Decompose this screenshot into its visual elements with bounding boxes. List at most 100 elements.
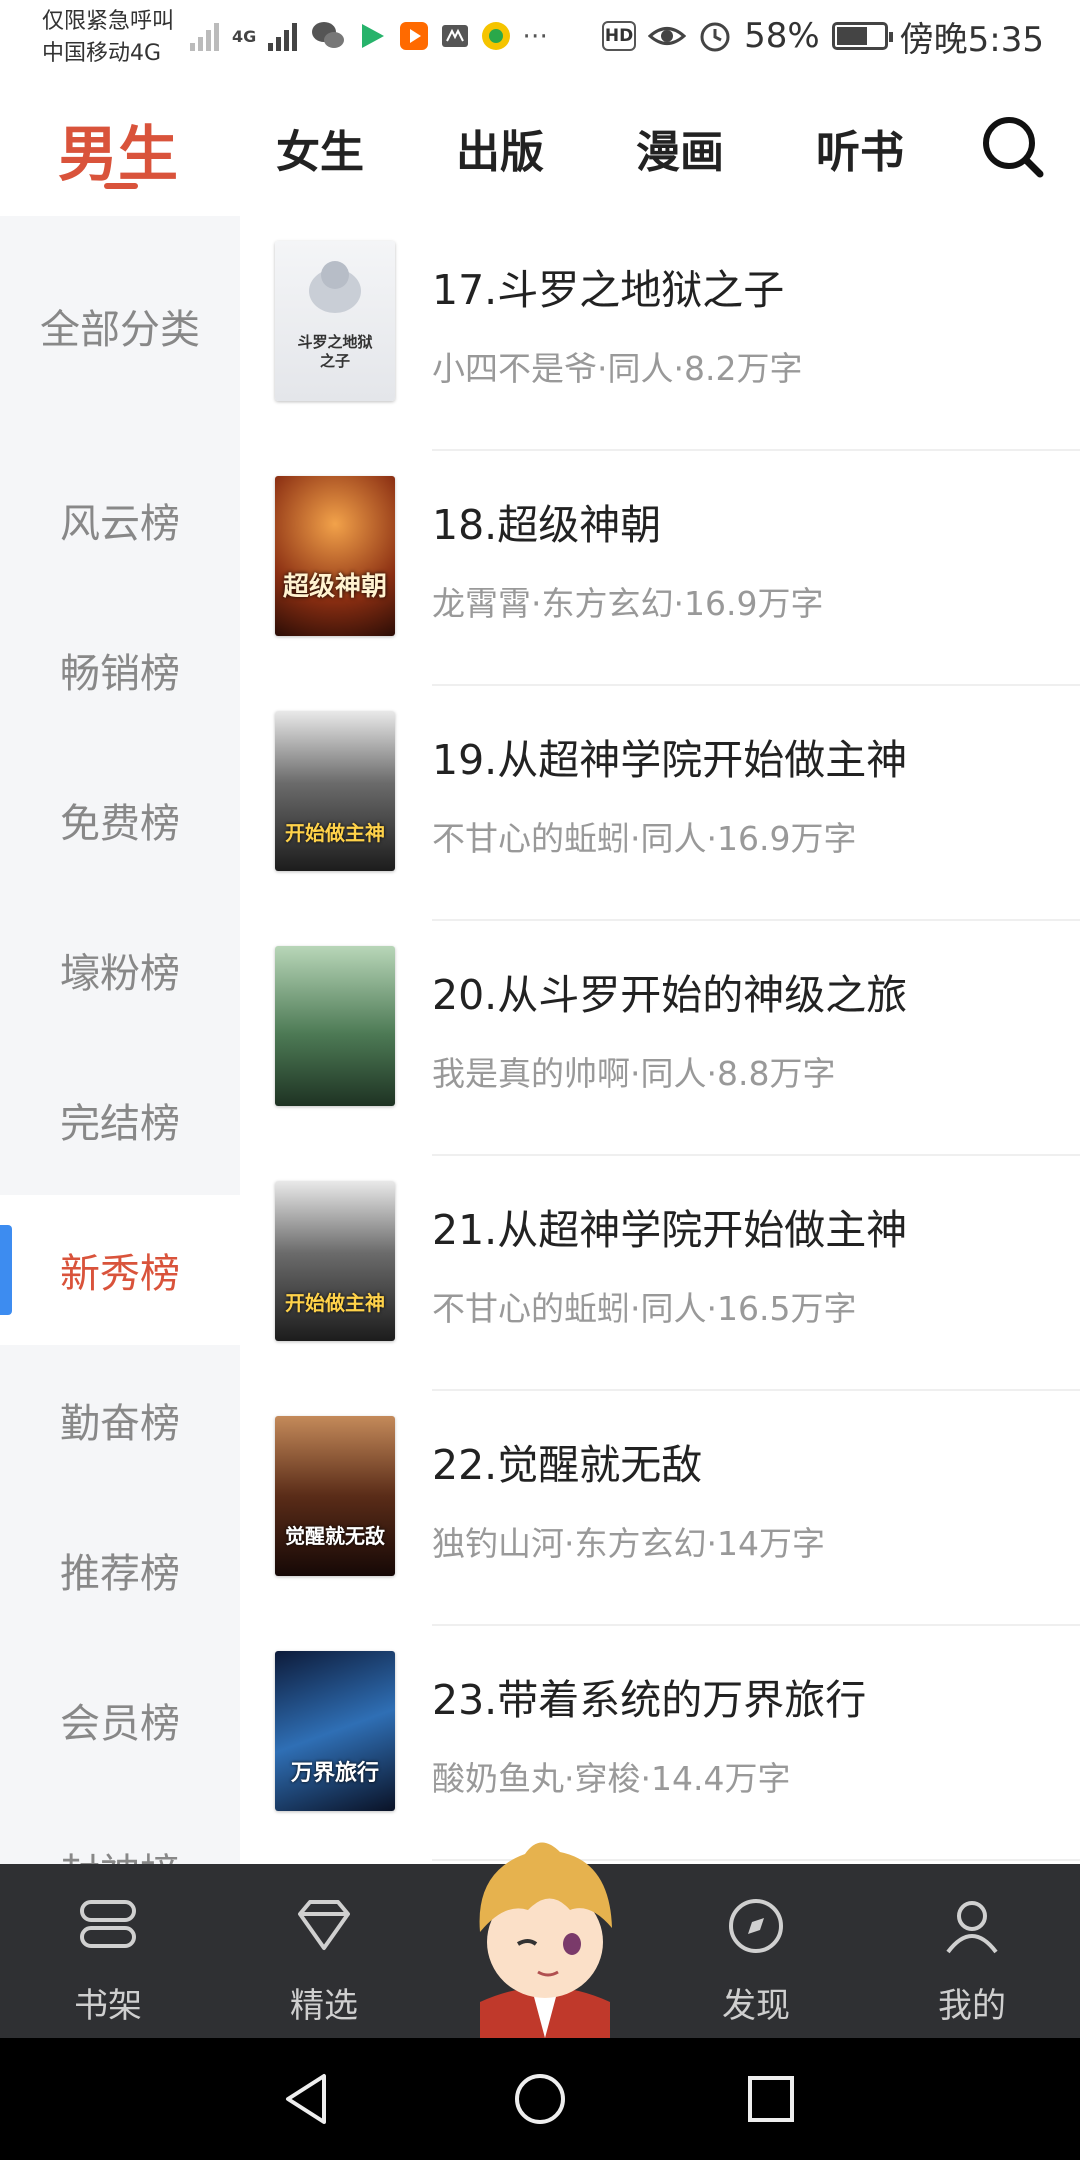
tab-discover[interactable]: 发现 <box>676 1864 836 2038</box>
search-icon[interactable] <box>980 114 1046 180</box>
tab-male[interactable]: 男生 <box>58 106 178 193</box>
sidebar-item-label: 封神榜 <box>60 1841 180 1864</box>
huawei-app-icon <box>442 25 469 47</box>
book-row[interactable]: 超级神朝 18.超级神朝 龙霄霄·东方玄幻·16.9万字 <box>240 451 1080 686</box>
book-title: 18.超级神朝 <box>432 501 662 549</box>
book-title: 21.从超神学院开始做主神 <box>432 1206 908 1254</box>
back-icon[interactable] <box>276 2066 342 2132</box>
wechat-icon <box>312 22 345 48</box>
book-cover: 觉醒就无敌 <box>275 1416 395 1576</box>
carrier-line-2: 中国移动4G <box>42 41 162 66</box>
eye-comfort-icon <box>648 27 687 45</box>
sidebar-item-free[interactable]: 免费榜 <box>0 745 240 895</box>
book-title: 20.从斗罗开始的神级之旅 <box>432 971 908 1019</box>
tab-profile[interactable]: 我的 <box>892 1864 1052 2038</box>
tab-label: 精选 <box>290 1986 358 2026</box>
book-title: 17.斗罗之地狱之子 <box>432 266 785 314</box>
sidebar-item-completed[interactable]: 完结榜 <box>0 1045 240 1195</box>
tab-label: 发现 <box>722 1986 790 2026</box>
book-title: 23.带着系统的万界旅行 <box>432 1676 867 1724</box>
sidebar-item-bestseller[interactable]: 畅销榜 <box>0 595 240 745</box>
category-tabs: 男生 女生 出版 漫画 听书 <box>0 76 1080 216</box>
music-app-icon <box>482 22 511 50</box>
cover-title: 斗罗之地狱之子 <box>297 333 373 370</box>
bookshelf-icon <box>80 1900 136 1948</box>
book-meta: 我是真的帅啊·同人·8.8万字 <box>432 1054 836 1093</box>
tab-featured[interactable]: 精选 <box>244 1864 404 2038</box>
book-meta: 龙霄霄·东方玄幻·16.9万字 <box>432 584 824 623</box>
sidebar-item-all-categories[interactable]: 全部分类 <box>0 246 240 406</box>
network-type-label: 4G <box>232 26 257 46</box>
battery-icon <box>831 22 893 50</box>
book-meta: 独钓山河·东方玄幻·14万字 <box>432 1524 825 1563</box>
sidebar-item-diligent[interactable]: 勤奋榜 <box>0 1345 240 1495</box>
active-indicator <box>0 1225 12 1315</box>
clock: 傍晚5:35 <box>899 19 1044 60</box>
sidebar-item-members[interactable]: 会员榜 <box>0 1645 240 1795</box>
tab-female[interactable]: 女生 <box>276 116 364 180</box>
sidebar-item-label: 勤奋榜 <box>60 1401 180 1447</box>
book-cover: 万界旅行 <box>275 1651 395 1811</box>
system-navigation-bar <box>0 2038 1080 2160</box>
book-row[interactable]: 开始做主神 19.从超神学院开始做主神 不甘心的蚯蚓·同人·16.9万字 <box>240 686 1080 921</box>
play-app-icon <box>400 22 429 50</box>
alarm-icon <box>700 22 730 52</box>
mascot-avatar[interactable] <box>440 1832 650 2038</box>
book-cover <box>275 946 395 1106</box>
hd-icon: HD <box>602 21 637 51</box>
carrier-line-1: 仅限紧急呼叫 <box>42 9 175 34</box>
tab-label: 我的 <box>938 1986 1006 2026</box>
book-cover: 开始做主神 <box>275 1181 395 1341</box>
tab-comics[interactable]: 漫画 <box>636 116 724 180</box>
cover-title: 开始做主神 <box>285 1291 385 1315</box>
sidebar-item-fengyun[interactable]: 风云榜 <box>0 445 240 595</box>
sidebar-item-fengshen[interactable]: 封神榜 <box>0 1795 240 1864</box>
book-cover: 超级神朝 <box>275 476 395 636</box>
book-title: 19.从超神学院开始做主神 <box>432 736 908 784</box>
sidebar-item-label: 新秀榜 <box>60 1251 180 1297</box>
cover-title: 万界旅行 <box>290 1760 379 1786</box>
ranking-sidebar: 全部分类 风云榜 畅销榜 免费榜 壕粉榜 完结榜 新秀榜 勤奋榜 推荐榜 会员榜… <box>0 216 240 1864</box>
cover-title: 觉醒就无敌 <box>285 1524 385 1548</box>
tab-bookshelf[interactable]: 书架 <box>28 1864 188 2038</box>
sidebar-item-label: 畅销榜 <box>60 651 180 697</box>
book-row[interactable]: 觉醒就无敌 22.觉醒就无敌 独钓山河·东方玄幻·14万字 <box>240 1391 1080 1626</box>
book-title: 22.觉醒就无敌 <box>432 1441 703 1489</box>
tab-audiobooks[interactable]: 听书 <box>816 116 904 180</box>
no-signal-icon <box>190 23 219 51</box>
book-row[interactable]: 20.从斗罗开始的神级之旅 我是真的帅啊·同人·8.8万字 <box>240 921 1080 1156</box>
book-meta: 不甘心的蚯蚓·同人·16.9万字 <box>432 819 857 858</box>
status-right: HD 58% 傍晚5:35 <box>602 10 1044 62</box>
sidebar-item-label: 完结榜 <box>60 1101 180 1147</box>
book-meta: 小四不是爷·同人·8.2万字 <box>432 349 803 388</box>
status-bar: 仅限紧急呼叫 中国移动4G 4G ⋯ HD 58% 傍晚5:35 <box>0 0 1080 76</box>
book-cover: 开始做主神 <box>275 711 395 871</box>
cover-title: 超级神朝 <box>282 572 387 602</box>
notification-icons: 4G ⋯ <box>188 14 548 58</box>
sidebar-item-label: 壕粉榜 <box>60 951 180 997</box>
compass-icon <box>729 1899 783 1953</box>
recent-apps-icon[interactable] <box>738 2066 804 2132</box>
carrier-info: 仅限紧急呼叫 中国移动4G <box>42 6 174 70</box>
active-tab-underline <box>104 183 138 189</box>
cover-title: 开始做主神 <box>285 821 385 845</box>
sidebar-item-newcomer[interactable]: 新秀榜 <box>0 1195 240 1345</box>
sidebar-item-label: 推荐榜 <box>60 1551 180 1597</box>
book-row[interactable]: 万界旅行 23.带着系统的万界旅行 酸奶鱼丸·穿梭·14.4万字 <box>240 1626 1080 1861</box>
book-meta: 酸奶鱼丸·穿梭·14.4万字 <box>432 1759 791 1798</box>
sidebar-item-fans[interactable]: 壕粉榜 <box>0 895 240 1045</box>
sidebar-item-label: 会员榜 <box>60 1701 180 1747</box>
sidebar-item-label: 风云榜 <box>60 501 180 547</box>
cat-illustration-icon <box>309 261 361 313</box>
battery-percent: 58% <box>744 16 820 56</box>
sidebar-item-recommended[interactable]: 推荐榜 <box>0 1495 240 1645</box>
tab-publish[interactable]: 出版 <box>456 116 544 180</box>
person-icon <box>946 1901 998 1954</box>
video-app-icon <box>362 24 385 48</box>
book-list: 斗罗之地狱之子 17.斗罗之地狱之子 小四不是爷·同人·8.2万字 超级神朝 1… <box>240 216 1080 1864</box>
more-notifications-icon: ⋯ <box>522 21 549 51</box>
home-icon[interactable] <box>507 2066 573 2132</box>
signal-icon <box>268 23 298 51</box>
book-row[interactable]: 开始做主神 21.从超神学院开始做主神 不甘心的蚯蚓·同人·16.5万字 <box>240 1156 1080 1391</box>
book-row[interactable]: 斗罗之地狱之子 17.斗罗之地狱之子 小四不是爷·同人·8.2万字 <box>240 216 1080 451</box>
